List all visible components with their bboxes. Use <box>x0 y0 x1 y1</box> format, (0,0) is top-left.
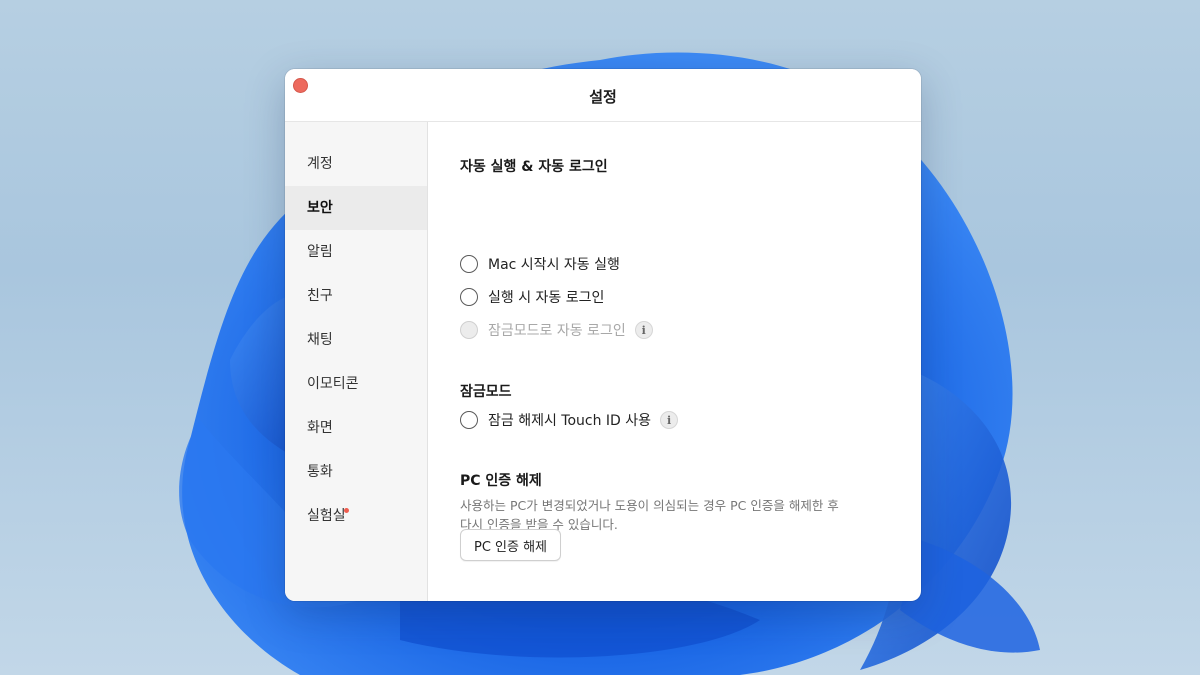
info-icon[interactable]: i <box>634 321 653 339</box>
option-label: Mac 시작시 자동 실행 <box>488 257 620 273</box>
sidebar-item-emoticons[interactable]: 이모티콘 <box>285 362 427 406</box>
pc-auth-reset-button[interactable]: PC 인증 해제 <box>460 529 562 561</box>
sidebar-item-notifications[interactable]: 알림 <box>285 230 427 274</box>
settings-sidebar: 계정 보안 알림 친구 채팅 이모티콘 화면 통화 실험실 <box>285 122 428 601</box>
sidebar-item-friends[interactable]: 친구 <box>285 274 427 318</box>
option-label: 실행 시 자동 로그인 <box>488 290 605 306</box>
touch-id-option[interactable]: 잠금 해제시 Touch ID 사용 i <box>460 409 679 431</box>
sidebar-item-security[interactable]: 보안 <box>285 186 427 230</box>
auto-login-radio[interactable] <box>460 288 478 306</box>
option-label: 잠금모드로 자동 로그인 <box>488 323 626 339</box>
auto-launch-section-title: 자동 실행 & 자동 로그인 <box>460 159 608 175</box>
window-title: 설정 <box>589 88 617 106</box>
title-bar: 설정 <box>285 69 921 122</box>
sidebar-item-account[interactable]: 계정 <box>285 142 427 186</box>
pc-auth-description-line: 사용하는 PC가 변경되었거나 도용이 의심되는 경우 PC 인증을 해제한 후 <box>460 498 839 513</box>
lock-mode-section-title: 잠금모드 <box>460 384 512 400</box>
settings-window: 설정 계정 보안 알림 친구 채팅 이모티콘 화면 통화 실험실 자동 실행 &… <box>285 69 921 601</box>
info-icon[interactable]: i <box>660 411 679 429</box>
option-label: 잠금 해제시 Touch ID 사용 <box>488 413 652 429</box>
sidebar-item-labs[interactable]: 실험실 <box>285 494 427 538</box>
auto-launch-radio[interactable] <box>460 255 478 273</box>
sidebar-item-label: 실험실 <box>307 508 346 524</box>
auto-launch-option[interactable]: Mac 시작시 자동 실행 <box>460 253 620 275</box>
pc-auth-section-title: PC 인증 해제 <box>460 473 542 489</box>
auto-login-option[interactable]: 실행 시 자동 로그인 <box>460 286 604 308</box>
lockmode-auto-login-option: 잠금모드로 자동 로그인 i <box>460 319 653 341</box>
touch-id-radio[interactable] <box>460 411 478 429</box>
sidebar-item-chat[interactable]: 채팅 <box>285 318 427 362</box>
lockmode-auto-login-radio <box>460 321 478 339</box>
sidebar-item-display[interactable]: 화면 <box>285 406 427 450</box>
sidebar-item-calls[interactable]: 통화 <box>285 450 427 494</box>
new-badge-dot <box>344 508 349 513</box>
